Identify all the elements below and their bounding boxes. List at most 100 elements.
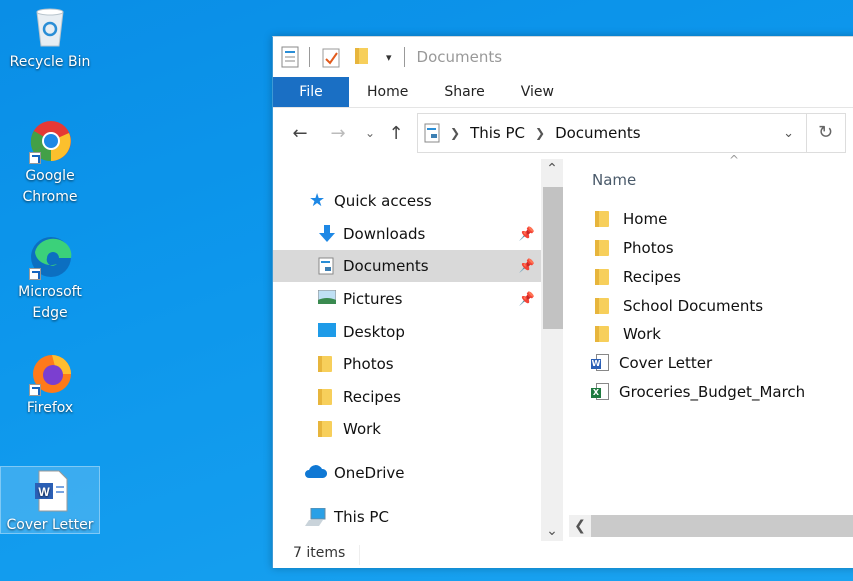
nav-desktop[interactable]: Desktop: [318, 316, 405, 348]
forward-icon[interactable]: →: [319, 123, 357, 144]
desktop-icon-label: Chrome: [22, 189, 78, 205]
desktop-icon-label: Cover Letter: [6, 517, 94, 533]
nav-photos[interactable]: Photos: [318, 348, 394, 380]
folder-icon: [595, 297, 611, 315]
file-row[interactable]: W Cover Letter: [591, 351, 712, 375]
breadcrumb-chevron-icon: ❯: [535, 126, 546, 140]
scrollbar-thumb[interactable]: [543, 187, 563, 329]
file-row[interactable]: Photos: [595, 236, 674, 260]
nav-this-pc[interactable]: This PC: [305, 501, 389, 533]
nav-label: Work: [343, 420, 381, 438]
onedrive-icon: [305, 464, 328, 482]
this-pc-icon: [305, 507, 327, 526]
column-header-name[interactable]: Name: [592, 171, 636, 189]
scroll-left-icon[interactable]: ❮: [569, 515, 591, 537]
refresh-icon[interactable]: ↻: [806, 113, 846, 153]
navigation-pane: ★ Quick access Downloads 📌 Documents 📌 P…: [273, 159, 541, 541]
breadcrumb-documents[interactable]: Documents: [555, 124, 641, 142]
documents-icon: [281, 46, 299, 68]
edge-icon: [27, 234, 73, 280]
nav-label: Pictures: [343, 290, 403, 308]
desktop-icon-microsoft-edge[interactable]: Microsoft Edge: [0, 234, 100, 324]
nav-label: Documents: [343, 257, 429, 275]
address-dropdown-icon[interactable]: ⌄: [783, 126, 794, 141]
desktop-icon-label: Google: [25, 168, 75, 184]
pin-icon[interactable]: 📌: [519, 292, 535, 307]
divider: [403, 47, 405, 67]
word-document-icon: W: [591, 354, 611, 372]
nav-onedrive[interactable]: OneDrive: [305, 457, 405, 489]
file-row[interactable]: Work: [595, 322, 661, 346]
divider: [309, 47, 310, 67]
scroll-down-icon[interactable]: ⌄: [541, 523, 563, 539]
back-icon[interactable]: ←: [281, 123, 319, 144]
file-row[interactable]: School Documents: [595, 294, 763, 318]
navigation-bar: ← → ⌄ ↑ ❯ This PC ❯ Documents ⌄ ↻: [273, 108, 853, 158]
file-name: Photos: [623, 239, 674, 257]
ribbon-tabs: File Home Share View: [273, 77, 853, 108]
nav-pane-scrollbar[interactable]: ⌃ ⌄: [541, 159, 563, 541]
file-explorer-window: ▾ Documents File Home Share View ← → ⌄ ↑…: [272, 36, 853, 568]
folder-icon: [595, 239, 611, 257]
customize-quick-access-icon[interactable]: ▾: [386, 51, 392, 64]
desktop-icon: [318, 323, 336, 341]
file-name: Recipes: [623, 268, 681, 286]
folder-icon: [595, 210, 611, 228]
documents-icon: [318, 257, 336, 275]
desktop-icon-cover-letter[interactable]: W Cover Letter: [0, 466, 100, 534]
nav-downloads[interactable]: Downloads 📌: [318, 218, 541, 250]
nav-documents[interactable]: Documents 📌: [273, 250, 541, 282]
desktop-icon-label: Firefox: [26, 400, 74, 416]
nav-recipes[interactable]: Recipes: [318, 381, 401, 413]
properties-icon[interactable]: [322, 46, 340, 68]
tab-share[interactable]: Share: [426, 77, 502, 107]
nav-pictures[interactable]: Pictures 📌: [317, 283, 541, 315]
title-bar: ▾ Documents: [273, 37, 853, 77]
recent-locations-icon[interactable]: ⌄: [357, 126, 383, 140]
file-name: Groceries_Budget_March: [619, 383, 806, 401]
divider: [359, 545, 360, 565]
tab-view[interactable]: View: [503, 77, 572, 107]
pictures-icon: [317, 289, 337, 308]
new-folder-icon[interactable]: [354, 46, 372, 68]
tab-home[interactable]: Home: [349, 77, 426, 107]
file-list-horizontal-scrollbar[interactable]: ❮: [569, 515, 853, 537]
file-row[interactable]: X Groceries_Budget_March: [591, 380, 805, 404]
shortcut-arrow-icon: [29, 152, 41, 164]
firefox-icon: [27, 350, 73, 396]
desktop-icon-firefox[interactable]: Firefox: [0, 350, 100, 419]
shortcut-arrow-icon: [29, 268, 41, 280]
pin-icon[interactable]: 📌: [519, 227, 535, 242]
excel-workbook-icon: X: [591, 383, 611, 401]
nav-quick-access[interactable]: ★ Quick access: [309, 185, 432, 217]
chrome-icon: [27, 118, 73, 164]
nav-label: Downloads: [343, 225, 426, 243]
file-name: Cover Letter: [619, 354, 713, 372]
file-row[interactable]: Recipes: [595, 265, 681, 289]
file-name: School Documents: [623, 297, 764, 315]
pin-icon[interactable]: 📌: [519, 259, 535, 274]
nav-label: OneDrive: [334, 464, 405, 482]
up-icon[interactable]: ↑: [383, 123, 409, 144]
window-title: Documents: [416, 48, 503, 66]
address-bar[interactable]: ❯ This PC ❯ Documents ⌄: [417, 113, 807, 153]
breadcrumb-chevron-icon: ❯: [450, 126, 461, 140]
recycle-bin-icon: [27, 4, 73, 50]
desktop-icon-google-chrome[interactable]: Google Chrome: [0, 118, 100, 208]
tab-file[interactable]: File: [273, 77, 349, 107]
desktop-icon-label: Recycle Bin: [9, 54, 91, 70]
desktop-icon-label: Edge: [32, 305, 68, 321]
breadcrumb-this-pc[interactable]: This PC: [470, 124, 525, 142]
file-name: Home: [623, 210, 668, 228]
nav-work[interactable]: Work: [318, 413, 381, 445]
desktop-icon-recycle-bin[interactable]: Recycle Bin: [0, 4, 100, 73]
file-row[interactable]: Home: [595, 207, 667, 231]
word-document-icon: W: [27, 467, 73, 513]
nav-label: Photos: [343, 355, 394, 373]
status-item-count: 7 items: [293, 545, 346, 561]
folder-icon: [595, 325, 611, 343]
folder-icon: [318, 420, 336, 438]
folder-icon: [318, 355, 336, 373]
scroll-up-icon[interactable]: ⌃: [541, 161, 563, 177]
folder-icon: [595, 268, 611, 286]
